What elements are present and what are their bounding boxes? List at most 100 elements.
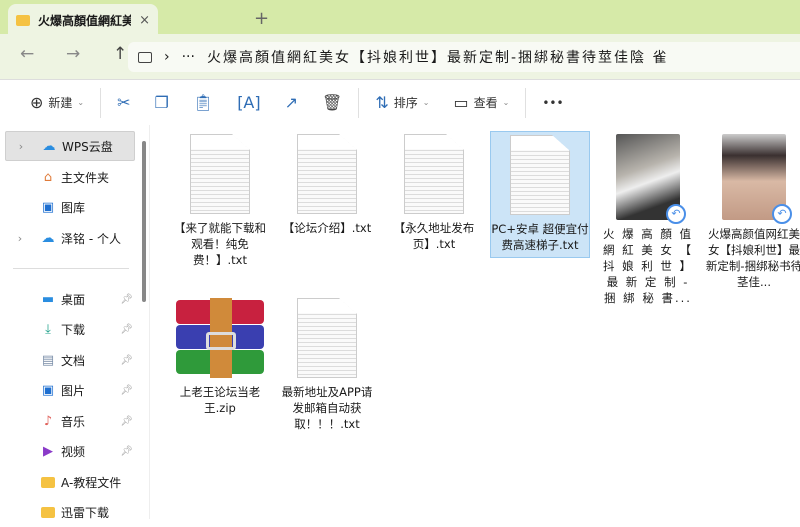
- sidebar-item-label: 主文件夹: [61, 170, 110, 185]
- sidebar-item-label: 桌面: [61, 292, 86, 307]
- text-file-icon: [297, 134, 357, 214]
- chevron-down-icon: ⌄: [422, 98, 430, 107]
- delete-button[interactable]: 🗑︎: [310, 87, 354, 119]
- text-file-icon: [297, 298, 357, 378]
- sidebar-item-videos[interactable]: ▶ 视频 📌︎: [5, 436, 135, 466]
- copy-icon: ❐: [154, 93, 169, 112]
- new-button[interactable]: ⊕ 新建 ⌄: [18, 87, 96, 119]
- pin-icon[interactable]: 📌︎: [120, 355, 133, 366]
- sidebar-item-onedrive[interactable]: › ☁ 泽铭 - 个人: [5, 223, 135, 253]
- more-options-button[interactable]: •••: [530, 87, 575, 119]
- gallery-icon: ▣: [41, 199, 55, 215]
- text-file-icon: [404, 134, 464, 214]
- chevron-down-icon: ⌄: [502, 98, 510, 107]
- pin-icon[interactable]: 📌︎: [120, 294, 133, 305]
- pin-icon[interactable]: 📌︎: [120, 385, 133, 396]
- divider: [525, 87, 527, 118]
- file-item[interactable]: 最新地址及APP请发邮箱自动获取！！！.txt: [277, 298, 377, 432]
- pin-icon[interactable]: 📌︎: [120, 416, 133, 427]
- paste-button[interactable]: 📋︎: [181, 87, 225, 119]
- video-thumbnail: ↶: [722, 134, 792, 224]
- folder-icon: [39, 474, 57, 490]
- video-thumbnail: ↶: [616, 134, 686, 224]
- folder-icon: [39, 504, 57, 520]
- view-label: 查看: [473, 96, 498, 110]
- expand-icon[interactable]: ›: [5, 232, 35, 245]
- file-item[interactable]: ↶ 火 爆 高 顏 值 網 紅 美 女 【 抖 娘 利 世 】 最 新 定 制 -…: [598, 134, 698, 306]
- sidebar-item-label: 迅雷下载: [61, 505, 110, 520]
- sidebar-item-documents[interactable]: ▤ 文档 📌︎: [5, 345, 135, 375]
- document-icon: ▤: [41, 352, 55, 368]
- sidebar-item-folder[interactable]: 迅雷下载: [5, 497, 135, 527]
- file-item[interactable]: ↶ 火爆高颜值网红美女【抖娘利世】最新定制-捆绑秘书待茎佳...: [704, 134, 800, 290]
- rename-icon: [A]: [237, 93, 261, 112]
- view-button[interactable]: ▭ 查看 ⌄: [441, 87, 521, 119]
- cut-button[interactable]: ✂: [105, 87, 142, 119]
- sidebar-item-label: 图片: [61, 383, 86, 398]
- sidebar-item-folder[interactable]: A-教程文件: [5, 467, 135, 497]
- path-separator: ›: [164, 49, 170, 65]
- text-file-icon: [510, 135, 570, 215]
- close-tab-button[interactable]: ×: [139, 13, 150, 28]
- clipboard-icon: 📋︎: [192, 93, 214, 112]
- file-name: 火 爆 高 顏 值 網 紅 美 女 【 抖 娘 利 世 】 最 新 定 制 - …: [602, 227, 694, 305]
- file-name: 火爆高颜值网红美女【抖娘利世】最新定制-捆绑秘书待茎佳...: [705, 227, 800, 289]
- sidebar-item-gallery[interactable]: ▣ 图库: [5, 192, 135, 222]
- sidebar-scrollbar[interactable]: [142, 141, 146, 302]
- sidebar-item-label: 下载: [61, 322, 86, 337]
- sidebar-item-music[interactable]: ♪ 音乐 📌︎: [5, 406, 135, 436]
- file-name: PC+安卓 超便宜付费高速梯子.txt: [491, 222, 589, 252]
- home-icon: ⌂: [43, 169, 53, 185]
- shortcut-badge-icon: ↶: [666, 204, 686, 224]
- sort-button[interactable]: ⇅ 排序 ⌄: [363, 87, 441, 119]
- pin-icon[interactable]: 📌︎: [120, 324, 133, 335]
- path-overflow-button[interactable]: ···: [182, 49, 195, 65]
- folder-icon: [16, 14, 30, 26]
- sidebar-item-label: 音乐: [61, 414, 86, 429]
- file-item[interactable]: 【论坛介绍】.txt: [277, 134, 377, 236]
- back-button[interactable]: ←: [20, 44, 34, 64]
- file-item[interactable]: 上老王论坛当老王.zip: [170, 298, 270, 416]
- chevron-down-icon: ⌄: [77, 98, 85, 107]
- sidebar-item-wps-cloud[interactable]: › ☁ WPS云盘: [5, 131, 135, 161]
- copy-button[interactable]: ❐: [143, 87, 181, 119]
- video-icon: ▶: [43, 443, 53, 459]
- sidebar-item-downloads[interactable]: ⤓ 下载 📌︎: [5, 314, 135, 344]
- sidebar-item-pictures[interactable]: ▣ 图片 📌︎: [5, 375, 135, 405]
- share-button[interactable]: ↗: [273, 87, 310, 119]
- address-bar[interactable]: › ··· 火爆高顏值網紅美女【抖娘利世】最新定制-捆綁秘書待莖佳陰 雀: [128, 42, 800, 72]
- sort-icon: ⇅: [375, 93, 389, 112]
- rename-button[interactable]: [A]: [225, 87, 272, 119]
- sidebar-item-desktop[interactable]: ▬ 桌面 📌︎: [5, 284, 135, 314]
- file-name: 上老王论坛当老王.zip: [179, 385, 261, 415]
- new-tab-button[interactable]: +: [254, 8, 269, 29]
- sidebar-item-label: 视频: [61, 444, 86, 459]
- pin-icon[interactable]: 📌︎: [120, 446, 133, 457]
- sidebar-divider: [13, 268, 129, 269]
- music-icon: ♪: [43, 413, 53, 429]
- trash-icon: 🗑︎: [322, 93, 343, 112]
- expand-icon[interactable]: ›: [6, 140, 36, 153]
- navigation-pane: › ☁ WPS云盘 ⌂ 主文件夹 ▣ 图库 › ☁ 泽铭 - 个人 ▬ 桌面 📌︎ ⤓ 下载 📌︎ …: [0, 125, 150, 520]
- zip-archive-icon: [176, 298, 264, 378]
- tab-title: 火爆高顏值網紅美女【抖: [38, 13, 132, 28]
- pictures-icon: ▣: [41, 382, 55, 398]
- up-button[interactable]: ↑: [113, 44, 127, 64]
- download-icon: ⤓: [45, 321, 51, 337]
- sidebar-item-label: 图库: [61, 200, 86, 215]
- share-icon: ↗: [284, 93, 299, 112]
- file-name: 【来了就能下载和观看！纯免费！】.txt: [174, 221, 266, 267]
- tab-current[interactable]: 火爆高顏值網紅美女【抖 ×: [8, 4, 158, 36]
- forward-button[interactable]: →: [66, 44, 80, 64]
- path-text: 火爆高顏值網紅美女【抖娘利世】最新定制-捆綁秘書待莖佳陰 雀: [206, 50, 669, 66]
- plus-circle-icon: ⊕: [30, 93, 44, 112]
- file-item[interactable]: 【来了就能下载和观看！纯免费！】.txt: [170, 134, 270, 268]
- sidebar-item-home[interactable]: ⌂ 主文件夹: [5, 162, 135, 192]
- file-item-selected[interactable]: PC+安卓 超便宜付费高速梯子.txt: [490, 131, 590, 258]
- file-item[interactable]: 【永久地址发布页】.txt: [384, 134, 484, 252]
- scissors-icon: ✂: [117, 93, 131, 112]
- divider: [358, 87, 360, 118]
- sidebar-item-label: A-教程文件: [61, 475, 122, 490]
- computer-icon: [138, 51, 152, 63]
- cloud-icon: ☁: [42, 138, 56, 154]
